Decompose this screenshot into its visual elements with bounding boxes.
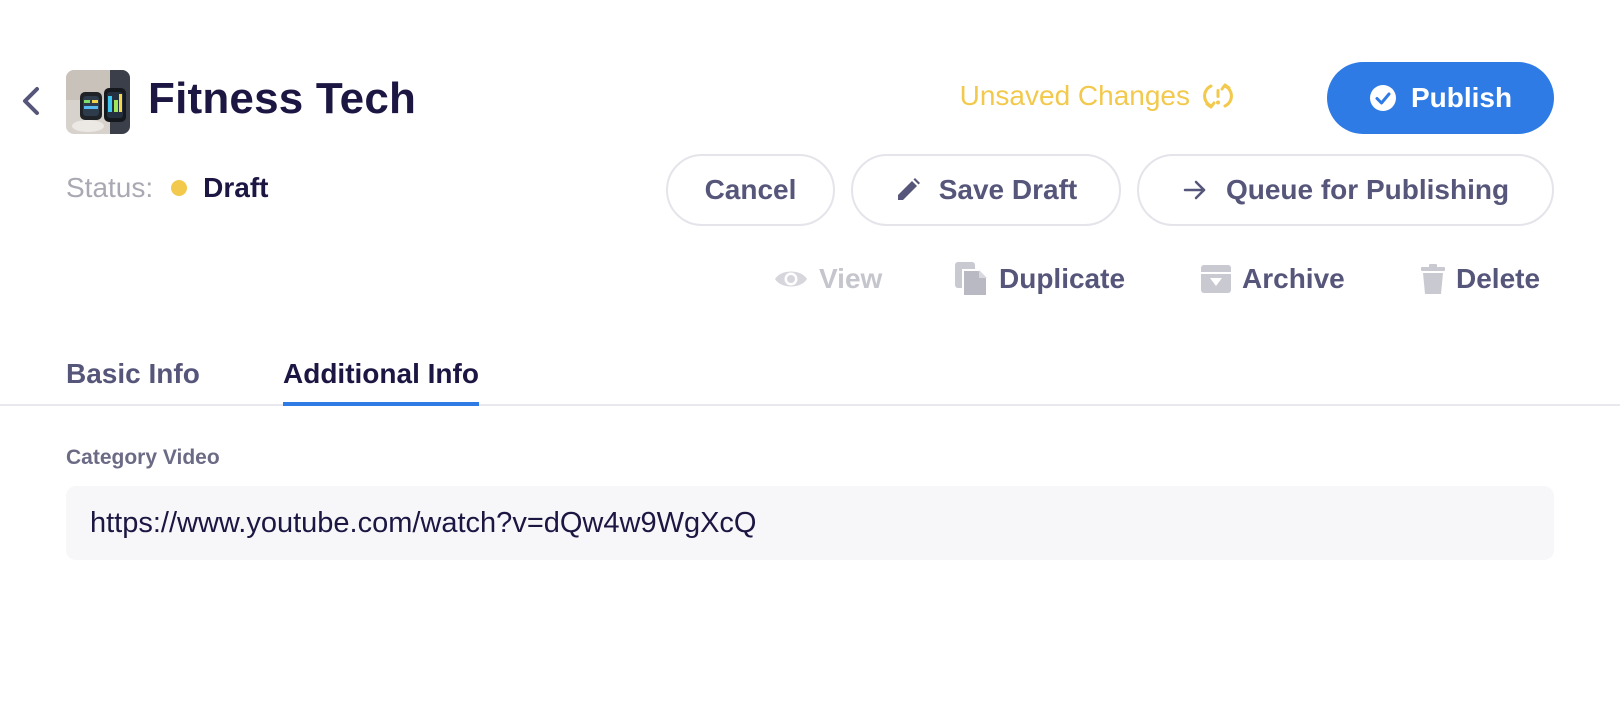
status-value: Draft: [203, 172, 269, 203]
pencil-icon: [897, 178, 920, 200]
sync-alert-icon: [1203, 83, 1233, 109]
publish-label: Publish: [1410, 82, 1513, 113]
archive-label: Archive: [1242, 263, 1345, 294]
category-thumbnail: [66, 70, 130, 134]
copy-icon: [955, 262, 988, 297]
back-button[interactable]: [14, 84, 48, 118]
unsaved-changes-indicator: Unsaved Changes: [960, 80, 1234, 112]
eye-icon: [775, 271, 807, 287]
publish-button[interactable]: Publish: [1327, 62, 1554, 134]
chevron-left-icon: [23, 87, 39, 115]
view-action[interactable]: View: [773, 263, 882, 295]
queue-for-publishing-button[interactable]: Queue for Publishing: [1137, 154, 1554, 226]
arrow-right-icon: [1183, 180, 1206, 200]
delete-label: Delete: [1456, 263, 1541, 294]
queue-label: Queue for Publishing: [1225, 174, 1510, 205]
category-video-label: Category Video: [66, 446, 220, 469]
archive-icon: [1201, 265, 1231, 293]
view-label: View: [819, 263, 883, 294]
cancel-button[interactable]: Cancel: [666, 154, 835, 226]
archive-action[interactable]: Archive: [1200, 263, 1345, 295]
duplicate-label: Duplicate: [999, 263, 1126, 294]
save-draft-button[interactable]: Save Draft: [851, 154, 1121, 226]
check-circle-icon: [1369, 85, 1396, 111]
unsaved-changes-label: Unsaved Changes: [959, 80, 1190, 111]
delete-action[interactable]: Delete: [1420, 263, 1540, 295]
duplicate-action[interactable]: Duplicate: [953, 260, 1125, 298]
tab-basic-info[interactable]: Basic Info: [66, 358, 200, 402]
page-title: Fitness Tech: [148, 74, 417, 123]
cancel-label: Cancel: [704, 174, 797, 205]
status-label: Status:: [66, 172, 154, 203]
category-video-input[interactable]: [66, 486, 1554, 560]
status-dot: [171, 180, 188, 196]
save-draft-label: Save Draft: [938, 174, 1078, 205]
tab-additional-info[interactable]: Additional Info: [283, 358, 479, 406]
trash-icon: [1421, 264, 1445, 294]
status-indicator: Status: Draft: [66, 172, 269, 204]
tab-bar: Basic Info Additional Info: [0, 352, 1620, 406]
